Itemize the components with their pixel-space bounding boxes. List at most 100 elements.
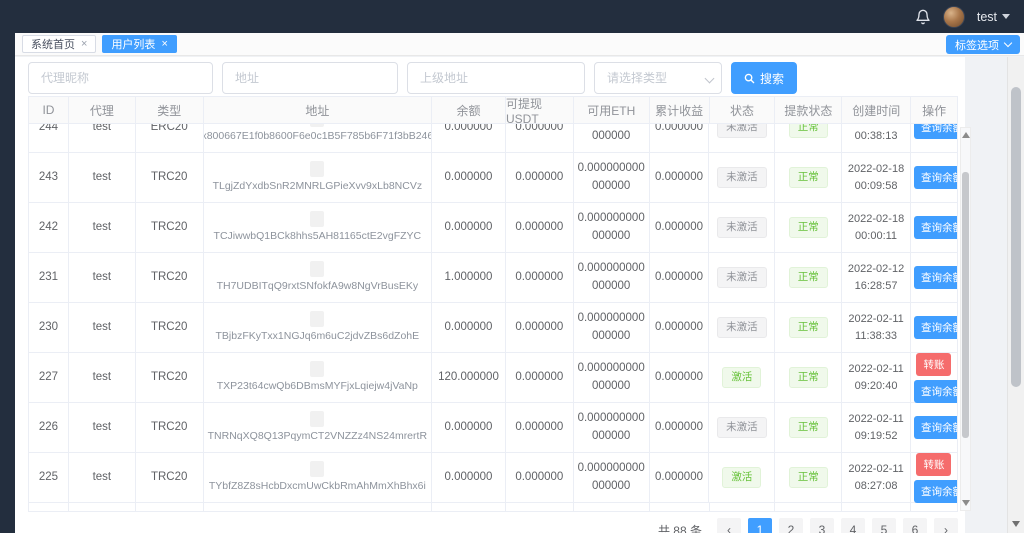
cell-eth: 0.000000000000000 xyxy=(574,453,650,502)
status-badge: 未激活 xyxy=(717,124,767,139)
transfer-button[interactable]: 转账 xyxy=(916,352,952,376)
cell-address: TH7UDBITqQ9rxtSNfokfA9w8NgVrBusEKy xyxy=(204,253,433,302)
status-badge: 激活 xyxy=(722,466,762,489)
cell-eth: 0.000000000000000 xyxy=(574,353,650,402)
pagination-page-5[interactable]: 5 xyxy=(872,518,896,533)
cell-usdt: 0.000000 xyxy=(506,203,574,252)
column-header-4: 余额 xyxy=(432,97,506,123)
qr-code-placeholder xyxy=(310,310,325,327)
address-input[interactable] xyxy=(222,62,398,94)
pagination-page-4[interactable]: 4 xyxy=(841,518,865,533)
cell-id: 225 xyxy=(29,453,69,502)
query-balance-button[interactable]: 查询余额 xyxy=(913,479,957,503)
scroll-down-arrow-icon[interactable] xyxy=(962,500,970,506)
cell-agent: test xyxy=(69,403,136,452)
tab-label: 系统首页 xyxy=(31,39,75,51)
withdraw-status-badge: 正常 xyxy=(788,366,828,389)
cell-id: 244 xyxy=(29,124,69,152)
tab-user-list[interactable]: 用户列表 × xyxy=(102,35,177,53)
cell-profit: 0.000000 xyxy=(650,353,710,402)
query-balance-button[interactable]: 查询余额 xyxy=(913,416,957,439)
chevron-down-icon xyxy=(1003,38,1013,48)
user-avatar[interactable] xyxy=(942,5,965,28)
table-row xyxy=(29,503,957,511)
type-select[interactable] xyxy=(594,62,722,94)
wallet-address: 0x800667E1f0b8600F6e0c1B5F785b6F71f3bB24… xyxy=(203,129,433,142)
tab-options-button[interactable]: 标签选项 xyxy=(946,35,1020,54)
cell-id: 231 xyxy=(29,253,69,302)
status-badge: 激活 xyxy=(722,366,762,389)
table-row: 225 test TRC20 TYbfZ8Z8sHcbDxcmUwCkbRmAhMmX… xyxy=(29,452,957,503)
pagination-page-6[interactable]: 6 xyxy=(903,518,927,533)
query-balance-button[interactable]: 查询余额 xyxy=(913,166,957,189)
cell-eth: 0.000000000000000 xyxy=(574,403,650,452)
cell-eth: 0.000000000000000 xyxy=(574,153,650,202)
cell-created: 2022-02-11 09:19:52 xyxy=(842,403,911,452)
top-navbar: test xyxy=(0,0,1024,33)
user-table: ID 代理 类型 地址 余额 可提现USDT 可用ETH 累计收益 状态 提款状态 创建时间 操作 xyxy=(28,96,958,124)
cell-usdt: 0.000000 xyxy=(506,353,574,402)
query-balance-button[interactable]: 查询余额 xyxy=(913,379,957,403)
type-select-value[interactable] xyxy=(594,62,722,94)
cell-usdt: 0.000000 xyxy=(506,124,574,152)
column-header-3: 地址 xyxy=(203,97,433,123)
search-button[interactable]: 搜索 xyxy=(731,62,798,94)
pagination-next-button[interactable]: › xyxy=(934,518,958,533)
page-vertical-scrollbar[interactable] xyxy=(1007,57,1024,533)
cell-balance: 0.000000 xyxy=(432,453,506,502)
transfer-button[interactable]: 转账 xyxy=(916,452,952,476)
table-body: 244 test ERC20 0x800667E1f0b8600F6e0c1B5F78… xyxy=(29,124,957,511)
cell-actions: 查询余额 xyxy=(911,124,957,152)
cell-type: TRC20 xyxy=(136,153,204,202)
page-scroll-down-arrow-icon[interactable] xyxy=(1012,521,1020,527)
cell-usdt: 0.000000 xyxy=(506,253,574,302)
notification-bell-icon[interactable] xyxy=(915,9,931,25)
qr-code-placeholder xyxy=(310,210,325,227)
cell-address: TCJiwwbQ1BCk8hhs5AH81165ctE2vgFZYC xyxy=(204,203,433,252)
close-icon[interactable]: × xyxy=(161,38,167,50)
query-balance-button[interactable]: 查询余额 xyxy=(913,266,957,289)
sidebar-collapsed-strip[interactable] xyxy=(0,33,15,533)
cell-eth: 0.000000000000000 xyxy=(574,124,650,152)
column-header-5: 可提现USDT xyxy=(505,97,574,123)
cell-type: TRC20 xyxy=(136,453,204,502)
wallet-address: TLgjZdYxdbSnR2MNRLGPieXvv9xLb8NCVz xyxy=(212,179,423,192)
agent-nickname-input[interactable] xyxy=(28,62,213,94)
query-balance-button[interactable]: 查询余额 xyxy=(913,316,957,339)
parent-address-input[interactable] xyxy=(407,62,585,94)
scrollbar-thumb[interactable] xyxy=(962,172,969,438)
query-balance-button[interactable]: 查询余额 xyxy=(913,124,957,139)
cell-profit: 0.000000 xyxy=(650,203,710,252)
cell-profit: 0.000000 xyxy=(650,303,710,352)
cell-withdraw-status xyxy=(775,503,843,511)
cell-agent: test xyxy=(69,303,136,352)
cell-address: 0x800667E1f0b8600F6e0c1B5F785b6F71f3bB24… xyxy=(203,124,433,152)
page-scrollbar-thumb[interactable] xyxy=(1011,87,1021,387)
cell-id: 230 xyxy=(29,303,69,352)
table-vertical-scrollbar[interactable] xyxy=(960,127,971,511)
pagination-page-3[interactable]: 3 xyxy=(810,518,834,533)
cell-status: 未激活 xyxy=(709,153,776,202)
wallet-address: TNRNqXQ8Q13PqymCT2VNZZz4NS24mrertR xyxy=(207,429,428,442)
tab-system-home[interactable]: 系统首页 × xyxy=(22,35,97,53)
cell-withdraw-status: 正常 xyxy=(775,303,843,352)
scroll-up-arrow-icon[interactable] xyxy=(962,132,970,138)
status-badge: 未激活 xyxy=(717,216,767,239)
page-tabbar: 系统首页 × 用户列表 × 标签选项 xyxy=(15,33,1024,56)
cell-balance: 0.000000 xyxy=(432,303,506,352)
table-row: 242 test TRC20 TCJiwwbQ1BCk8hhs5AH81165ctE2… xyxy=(29,203,957,253)
user-menu[interactable]: test xyxy=(977,10,1010,24)
cell-agent: test xyxy=(69,453,136,502)
pagination-page-1[interactable]: 1 xyxy=(748,518,772,533)
cell-id: 242 xyxy=(29,203,69,252)
cell-eth: 0.000000000000000 xyxy=(574,253,650,302)
cell-actions: 查询余额 xyxy=(911,203,957,252)
query-balance-button[interactable]: 查询余额 xyxy=(913,216,957,239)
pagination-page-2[interactable]: 2 xyxy=(779,518,803,533)
cell-id: 226 xyxy=(29,403,69,452)
cell-address: TYbfZ8Z8sHcbDxcmUwCkbRmAhMmXhBhx6i xyxy=(204,453,433,502)
pagination-prev-button[interactable]: ‹ xyxy=(717,518,741,533)
content-card: 搜索 ID代理类型地址余额可提现USDT可用ETH累计收益状态提款状态创建时间操… xyxy=(15,57,971,533)
status-badge: 未激活 xyxy=(717,166,767,189)
close-icon[interactable]: × xyxy=(81,38,87,50)
